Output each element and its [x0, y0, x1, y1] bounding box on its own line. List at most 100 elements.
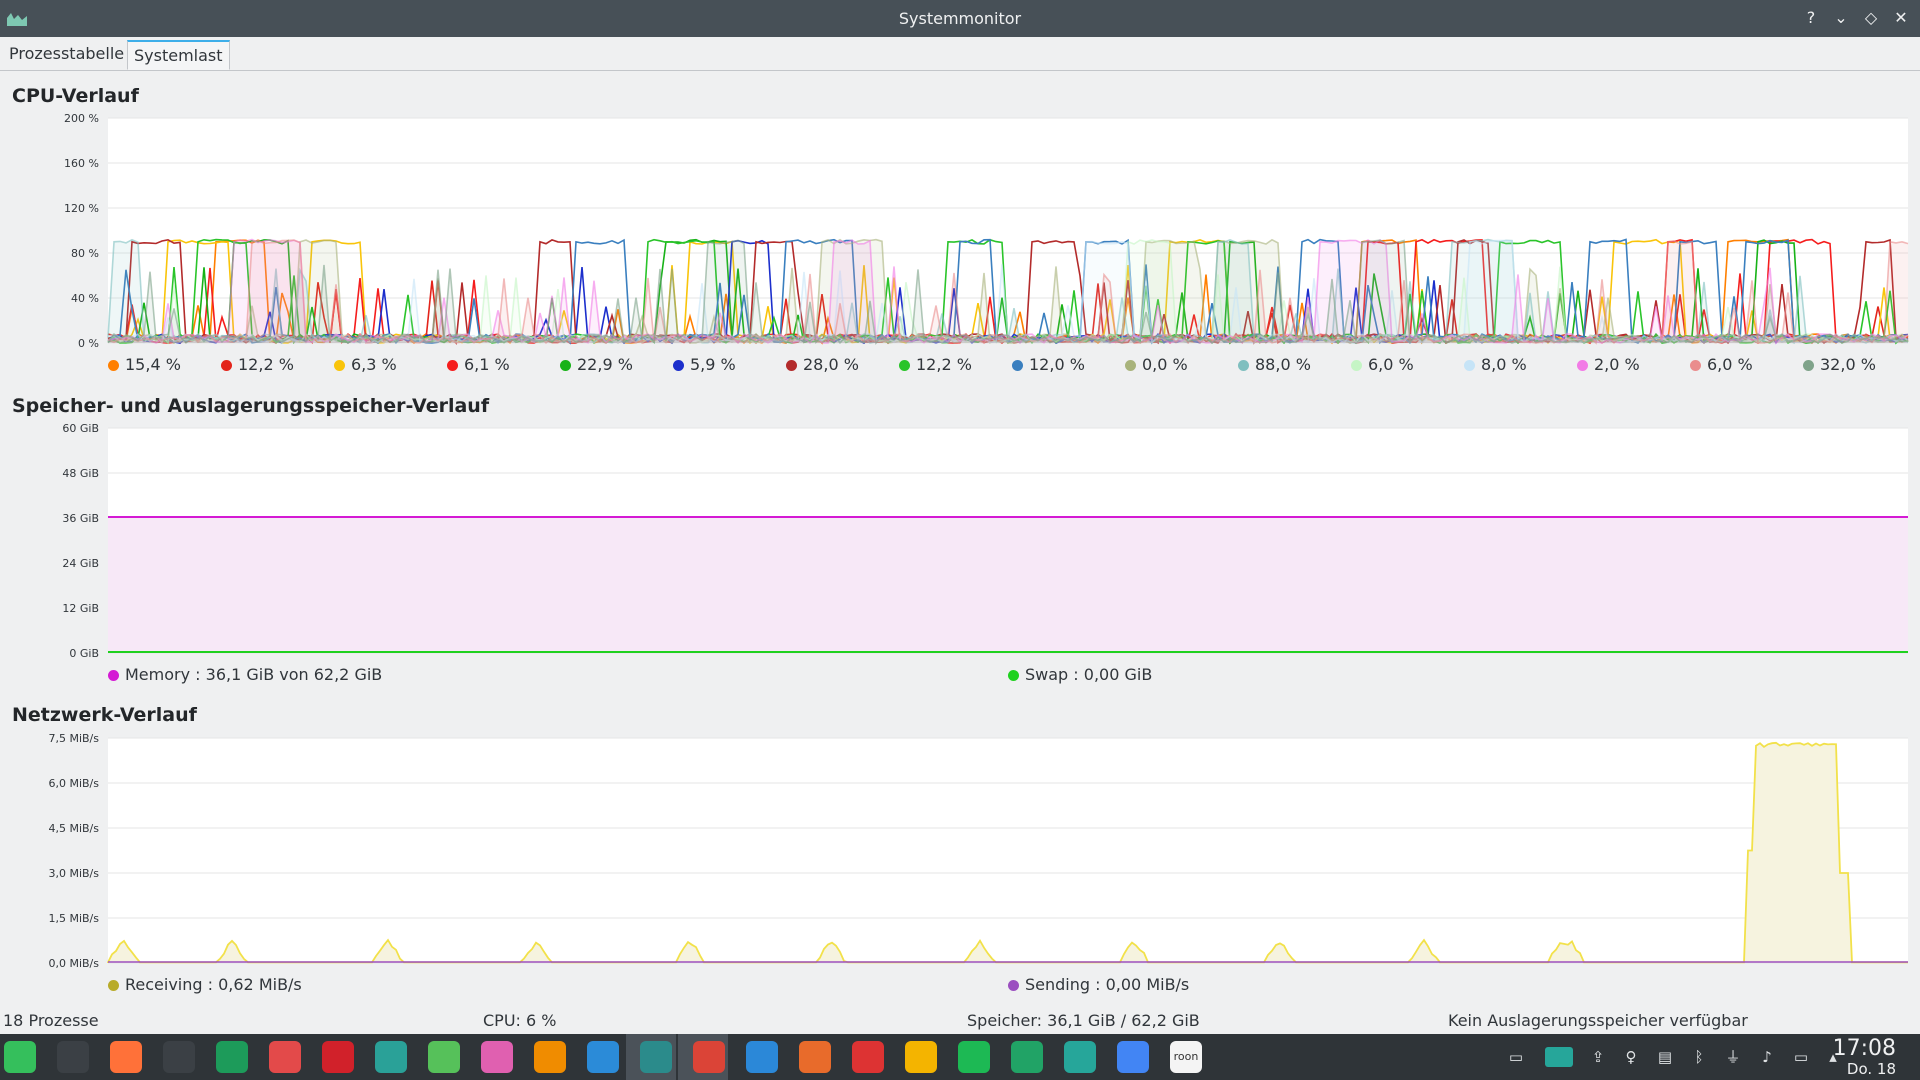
bluetooth-icon[interactable]: ᛒ — [1689, 1047, 1709, 1067]
clock-time[interactable]: 17:08 — [1833, 1036, 1896, 1061]
legend-color-dot — [1803, 360, 1814, 371]
graph-background — [108, 118, 1908, 343]
cpu-legend-value: 12,0 % — [1029, 355, 1085, 374]
vlc-icon[interactable] — [534, 1041, 566, 1073]
presentation-icon[interactable] — [799, 1041, 831, 1073]
y-tick-label: 7,5 MiB/s — [48, 732, 99, 745]
legend-color-dot — [1012, 360, 1023, 371]
photos-icon[interactable] — [905, 1041, 937, 1073]
legend-color-dot — [108, 980, 119, 991]
cpu-legend-item: 0,0 % — [1125, 355, 1188, 374]
memory-history-graph: 60 GiB 48 GiB 36 GiB 24 GiB 12 GiB 0 GiB — [62, 422, 1908, 660]
memory-status: Speicher: 36,1 GiB / 62,2 GiB — [967, 1011, 1200, 1030]
jetbrains-icon[interactable] — [322, 1041, 354, 1073]
minimize-button[interactable]: ⌄ — [1831, 8, 1851, 28]
spreadsheet-icon[interactable] — [1011, 1041, 1043, 1073]
shopping-bag-icon[interactable] — [1545, 1047, 1573, 1067]
cpu-history-title: CPU-Verlauf — [12, 85, 139, 107]
cpu-legend-item: 32,0 % — [1803, 355, 1876, 374]
pinwheel-icon[interactable] — [1117, 1041, 1149, 1073]
y-tick-label: 200 % — [64, 112, 99, 125]
cpu-legend-item: 12,2 % — [899, 355, 972, 374]
cpu-legend-value: 6,0 % — [1368, 355, 1414, 374]
cpu-legend: 15,4 % 12,2 % 6,3 % 6,1 % 22,9 % 5,9 % 28,0 % 1… — [0, 355, 1920, 379]
usb-icon[interactable]: ⏚ — [1723, 1047, 1743, 1067]
cpu-legend-value: 6,3 % — [351, 355, 397, 374]
maximize-button[interactable]: ◇ — [1861, 8, 1881, 28]
network-icon[interactable] — [375, 1041, 407, 1073]
window-title: Systemmonitor — [898, 9, 1022, 28]
clipboard-icon[interactable]: ▤ — [1655, 1047, 1675, 1067]
cards-icon[interactable] — [852, 1041, 884, 1073]
y-tick-label: 48 GiB — [62, 467, 99, 480]
cpu-legend-item: 28,0 % — [786, 355, 859, 374]
firefox-icon[interactable] — [110, 1041, 142, 1073]
title-bar: Systemmonitor ? ⌄ ◇ ✕ — [0, 0, 1920, 37]
chrome-icon[interactable] — [693, 1041, 725, 1073]
spotify-icon[interactable] — [958, 1041, 990, 1073]
eye-icon[interactable] — [481, 1041, 513, 1073]
info-icon[interactable] — [587, 1041, 619, 1073]
system-monitor-icon[interactable] — [640, 1041, 672, 1073]
legend-color-dot — [560, 360, 571, 371]
process-count: 18 Prozesse — [3, 1011, 99, 1030]
cpu-legend-item: 8,0 % — [1464, 355, 1527, 374]
cpu-legend-value: 12,2 % — [916, 355, 972, 374]
cpu-history-graph: 200 % 160 % 120 % 80 % 40 % 0 % — [64, 112, 1909, 350]
network-history-title: Netzwerk-Verlauf — [12, 704, 197, 726]
tab-system-load[interactable]: Systemlast — [127, 40, 230, 70]
cpu-legend-value: 5,9 % — [690, 355, 736, 374]
y-tick-label: 4,5 MiB/s — [48, 822, 99, 835]
lightbulb-icon[interactable]: ♀ — [1621, 1047, 1641, 1067]
roon-icon[interactable]: roon — [1170, 1041, 1202, 1073]
y-tick-label: 160 % — [64, 157, 99, 170]
y-tick-label: 40 % — [71, 292, 99, 305]
document-icon[interactable] — [746, 1041, 778, 1073]
swap-status: Kein Auslagerungsspeicher verfügbar — [1448, 1011, 1748, 1030]
cpu-legend-value: 88,0 % — [1255, 355, 1311, 374]
legend-color-dot — [673, 360, 684, 371]
memory-legend-item: Swap : 0,00 GiB — [1008, 665, 1152, 684]
y-tick-label: 80 % — [71, 247, 99, 260]
y-tick-label: 12 GiB — [62, 602, 99, 615]
memory-legend-label: Memory : 36,1 GiB von 62,2 GiB — [125, 665, 383, 684]
status-bar: 18 Prozesse CPU: 6 % Speicher: 36,1 GiB … — [0, 1008, 1920, 1034]
legend-color-dot — [1008, 980, 1019, 991]
files-icon[interactable] — [1064, 1041, 1096, 1073]
y-tick-label: 120 % — [64, 202, 99, 215]
cpu-legend-value: 22,9 % — [577, 355, 633, 374]
settings-manager-icon[interactable] — [57, 1041, 89, 1073]
legend-color-dot — [1690, 360, 1701, 371]
tab-process-table[interactable]: Prozesstabelle — [3, 40, 130, 68]
cpu-legend-value: 8,0 % — [1481, 355, 1527, 374]
memory-legend-item: Memory : 36,1 GiB von 62,2 GiB — [108, 665, 382, 684]
y-tick-label: 60 GiB — [62, 422, 99, 435]
cpu-legend-item: 15,4 % — [108, 355, 181, 374]
network-legend-item: Sending : 0,00 MiB/s — [1008, 975, 1189, 994]
pacman-icon[interactable] — [216, 1041, 248, 1073]
legend-color-dot — [1464, 360, 1475, 371]
cpu-legend-item: 6,1 % — [447, 355, 510, 374]
cpu-status: CPU: 6 % — [483, 1011, 557, 1030]
cpu-legend-item: 22,9 % — [560, 355, 633, 374]
cpu-legend-value: 6,0 % — [1707, 355, 1753, 374]
close-button[interactable]: ✕ — [1891, 8, 1911, 28]
update-icon[interactable]: ⇪ — [1588, 1047, 1608, 1067]
manjaro-menu-icon[interactable] — [4, 1041, 36, 1073]
desktop-pager-icon[interactable]: ▭ — [1506, 1047, 1526, 1067]
y-tick-label: 36 GiB — [62, 512, 99, 525]
legend-color-dot — [1008, 670, 1019, 681]
legend-color-dot — [1577, 360, 1588, 371]
help-button[interactable]: ? — [1801, 8, 1821, 28]
download-icon[interactable] — [428, 1041, 460, 1073]
clock-date[interactable]: Do. 18 — [1847, 1060, 1896, 1078]
lifebuoy-icon[interactable] — [269, 1041, 301, 1073]
network-tray-icon[interactable]: ▭ — [1791, 1047, 1811, 1067]
volume-icon[interactable]: ♪ — [1757, 1047, 1777, 1067]
terminal-icon[interactable] — [163, 1041, 195, 1073]
legend-color-dot — [786, 360, 797, 371]
y-tick-label: 3,0 MiB/s — [48, 867, 99, 880]
y-tick-label: 6,0 MiB/s — [48, 777, 99, 790]
cpu-legend-value: 28,0 % — [803, 355, 859, 374]
y-tick-label: 0 GiB — [69, 647, 99, 660]
